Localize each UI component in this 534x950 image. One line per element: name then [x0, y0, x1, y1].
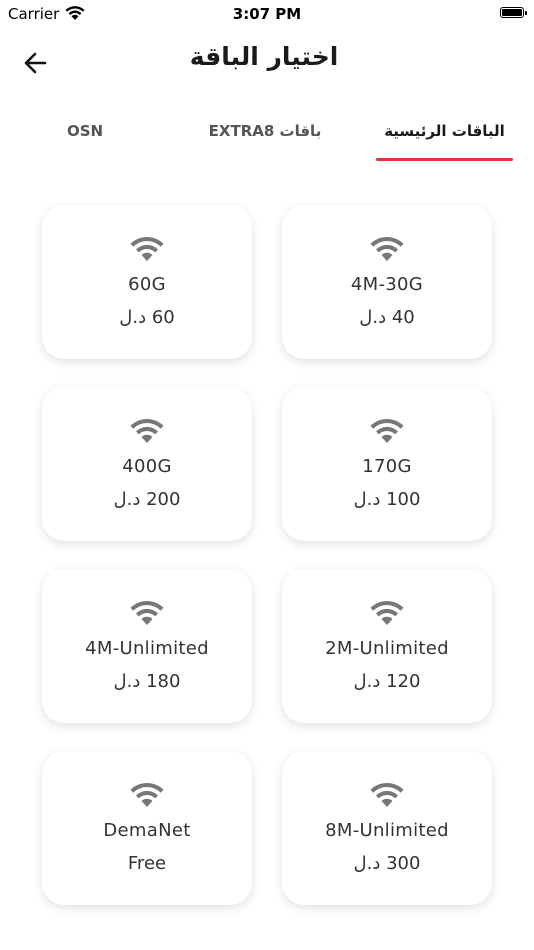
package-card[interactable]: 2M-Unlimited 120 د.ل — [282, 569, 492, 723]
package-card[interactable]: DemaNet Free — [42, 751, 252, 905]
package-price: 180 د.ل — [113, 671, 181, 692]
tab-extra8[interactable]: باقات EXTRA8 — [185, 112, 345, 160]
clock: 3:07 PM — [232, 5, 302, 23]
package-name: DemaNet — [103, 820, 191, 841]
package-name: 400G — [122, 456, 172, 477]
package-price: 300 د.ل — [353, 853, 421, 874]
wifi-icon — [370, 782, 404, 807]
package-price: 200 د.ل — [113, 489, 181, 510]
package-card[interactable]: 8M-Unlimited 300 د.ل — [282, 751, 492, 905]
wifi-icon — [130, 418, 164, 443]
wifi-icon — [370, 600, 404, 625]
wifi-icon — [130, 782, 164, 807]
status-bar: Carrier 3:07 PM — [0, 0, 534, 28]
navigation-bar: اختيار الباقة — [0, 36, 534, 88]
tab-osn[interactable]: OSN — [30, 112, 140, 160]
wifi-icon — [370, 236, 404, 261]
package-tabs: OSN باقات EXTRA8 الباقات الرئيسية — [0, 112, 534, 164]
wifi-icon — [130, 600, 164, 625]
wifi-icon — [370, 418, 404, 443]
package-price: Free — [127, 853, 167, 874]
package-name: 2M-Unlimited — [325, 638, 449, 659]
package-price: 40 د.ل — [359, 307, 415, 328]
package-price: 60 د.ل — [119, 307, 175, 328]
tab-main-packages[interactable]: الباقات الرئيسية — [376, 112, 513, 160]
active-tab-indicator — [376, 158, 513, 161]
page-title: اختيار الباقة — [189, 42, 339, 71]
package-name: 60G — [128, 274, 166, 295]
package-name: 170G — [362, 456, 412, 477]
package-name: 4M-30G — [350, 274, 424, 295]
package-card[interactable]: 60G 60 د.ل — [42, 205, 252, 359]
package-card[interactable]: 4M-Unlimited 180 د.ل — [42, 569, 252, 723]
package-card[interactable]: 4M-30G 40 د.ل — [282, 205, 492, 359]
wifi-icon — [130, 236, 164, 261]
package-price: 100 د.ل — [353, 489, 421, 510]
package-price: 120 د.ل — [353, 671, 421, 692]
package-card[interactable]: 170G 100 د.ل — [282, 387, 492, 541]
package-name: 8M-Unlimited — [325, 820, 449, 841]
package-name: 4M-Unlimited — [85, 638, 209, 659]
package-card[interactable]: 400G 200 د.ل — [42, 387, 252, 541]
battery-icon — [500, 7, 527, 18]
